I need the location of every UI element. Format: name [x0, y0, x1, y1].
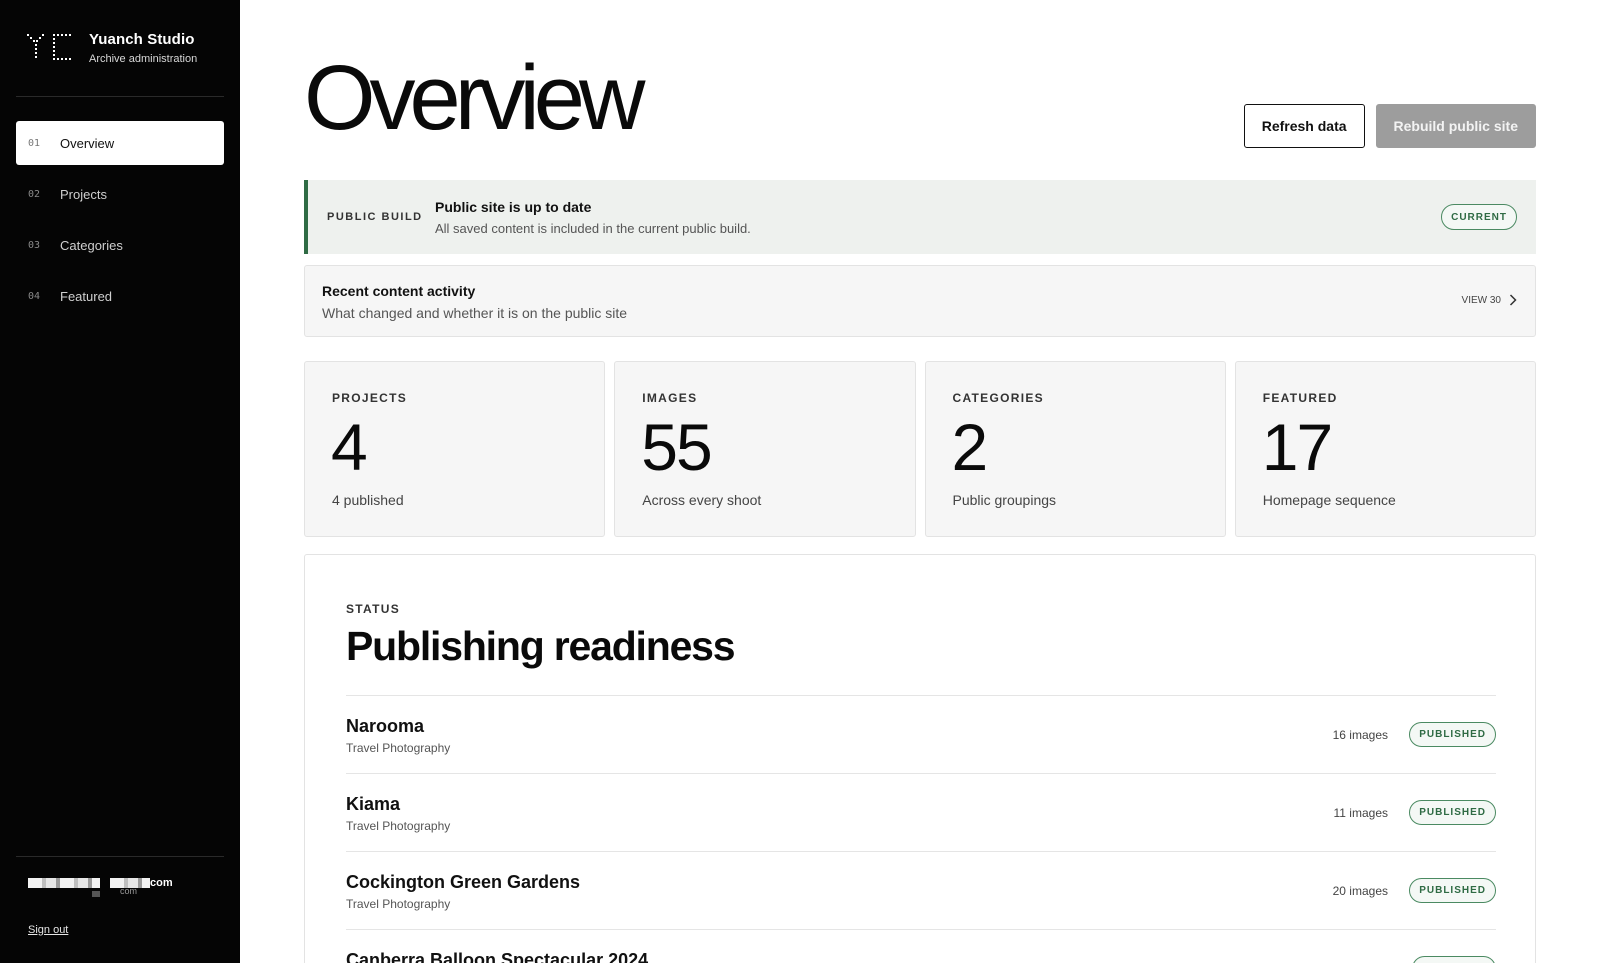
sidebar-divider — [16, 856, 224, 857]
stat-value: 4 — [331, 410, 368, 484]
status-badge: PUBLISHED — [1409, 800, 1496, 825]
account-subline: com — [28, 886, 173, 897]
status-badge: PUBLISHED — [1409, 722, 1496, 747]
project-row[interactable]: Narooma Travel Photography 16 images PUB… — [346, 695, 1496, 773]
stat-value: 2 — [951, 410, 989, 484]
stat-note: Homepage sequence — [1262, 492, 1396, 508]
view-activity-link[interactable]: VIEW 30 — [1462, 294, 1517, 306]
image-count: 20 images — [1332, 884, 1388, 898]
image-count: 16 images — [1332, 728, 1388, 742]
sidebar-item-categories[interactable]: 03 Categories — [16, 223, 224, 267]
section-eyebrow: STATUS — [346, 602, 401, 616]
brand-subtitle: Archive administration — [89, 53, 198, 65]
project-row[interactable]: Canberra Balloon Spectacular 2024 — [346, 929, 1496, 963]
brand-name: Yuanch Studio — [89, 31, 195, 48]
sidebar-item-projects[interactable]: 02 Projects — [16, 172, 224, 216]
view-label: VIEW 30 — [1461, 294, 1501, 306]
status-badge: CURRENT — [1441, 204, 1517, 230]
activity-title: Recent content activity — [322, 283, 476, 299]
stat-note: 4 published — [332, 492, 404, 508]
stat-label: CATEGORIES — [952, 391, 1044, 405]
section-title: Publishing readiness — [346, 623, 736, 669]
sidebar-item-overview[interactable]: 01 Overview — [16, 121, 224, 165]
project-category: Travel Photography — [346, 819, 451, 833]
public-build-banner: PUBLIC BUILD Public site is up to date A… — [304, 180, 1536, 254]
stat-card-projects: PROJECTS 4 4 published — [304, 361, 606, 537]
nav-label: Featured — [60, 288, 113, 304]
project-name: Narooma — [346, 716, 425, 736]
studio-logo-icon — [27, 28, 73, 64]
project-name: Kiama — [346, 794, 401, 814]
stat-note: Public groupings — [952, 492, 1057, 508]
sidebar-divider — [16, 96, 224, 97]
build-label: PUBLIC BUILD — [327, 211, 423, 223]
status-badge: PUBLISHED — [1409, 878, 1496, 903]
stat-label: FEATURED — [1262, 391, 1338, 405]
project-category: Travel Photography — [346, 741, 451, 755]
status-badge — [1412, 956, 1496, 963]
nav-number: 02 — [28, 188, 41, 200]
build-description: All saved content is included in the cur… — [435, 220, 751, 236]
page-title: Overview — [304, 47, 645, 149]
project-name: Canberra Balloon Spectacular 2024 — [346, 950, 649, 963]
build-title: Public site is up to date — [435, 198, 592, 215]
stat-label: IMAGES — [642, 391, 698, 405]
stat-value: 55 — [641, 410, 712, 484]
stat-card-categories: CATEGORIES 2 Public groupings — [924, 361, 1226, 537]
header-actions: Refresh data Rebuild public site — [1243, 104, 1536, 148]
project-row[interactable]: Cockington Green Gardens Travel Photogra… — [346, 851, 1496, 929]
stat-note: Across every shoot — [642, 492, 762, 508]
nav-number: 01 — [28, 137, 41, 149]
activity-description: What changed and whether it is on the pu… — [322, 305, 628, 321]
account-email: com — [28, 876, 173, 890]
nav-number: 03 — [28, 239, 41, 251]
brand[interactable]: Yuanch Studio Archive administration — [27, 28, 197, 65]
chevron-right-icon — [1509, 294, 1517, 306]
nav-number: 04 — [28, 290, 41, 302]
stat-card-images: IMAGES 55 Across every shoot — [614, 361, 916, 537]
account-info: com com — [28, 876, 173, 897]
rebuild-public-site-button[interactable]: Rebuild public site — [1375, 104, 1536, 148]
stats-grid: PROJECTS 4 4 published IMAGES 55 Across … — [304, 361, 1536, 537]
nav-label: Categories — [60, 237, 123, 253]
stat-label: PROJECTS — [332, 391, 408, 405]
recent-activity-panel[interactable]: Recent content activity What changed and… — [304, 265, 1536, 337]
nav-label: Overview — [60, 135, 115, 151]
sidebar-item-featured[interactable]: 04 Featured — [16, 274, 224, 318]
publishing-readiness-panel: STATUS Publishing readiness Narooma Trav… — [304, 554, 1536, 963]
sidebar-nav: 01 Overview 02 Projects 03 Categories 04… — [16, 121, 224, 325]
redacted-text — [28, 878, 100, 888]
stat-card-featured: FEATURED 17 Homepage sequence — [1234, 361, 1536, 537]
redacted-text — [92, 891, 100, 897]
image-count: 11 images — [1333, 806, 1388, 820]
email-suffix: com — [150, 877, 173, 889]
stat-value: 17 — [1261, 410, 1333, 484]
project-name: Cockington Green Gardens — [346, 872, 581, 892]
sidebar: Yuanch Studio Archive administration 01 … — [0, 0, 240, 963]
project-category: Travel Photography — [346, 897, 451, 911]
refresh-data-button[interactable]: Refresh data — [1243, 104, 1365, 148]
sign-out-link[interactable]: Sign out — [28, 924, 68, 936]
sub-suffix: com — [120, 885, 138, 896]
project-list: Narooma Travel Photography 16 images PUB… — [346, 695, 1496, 963]
nav-label: Projects — [60, 186, 107, 202]
project-row[interactable]: Kiama Travel Photography 11 images PUBLI… — [346, 773, 1496, 851]
